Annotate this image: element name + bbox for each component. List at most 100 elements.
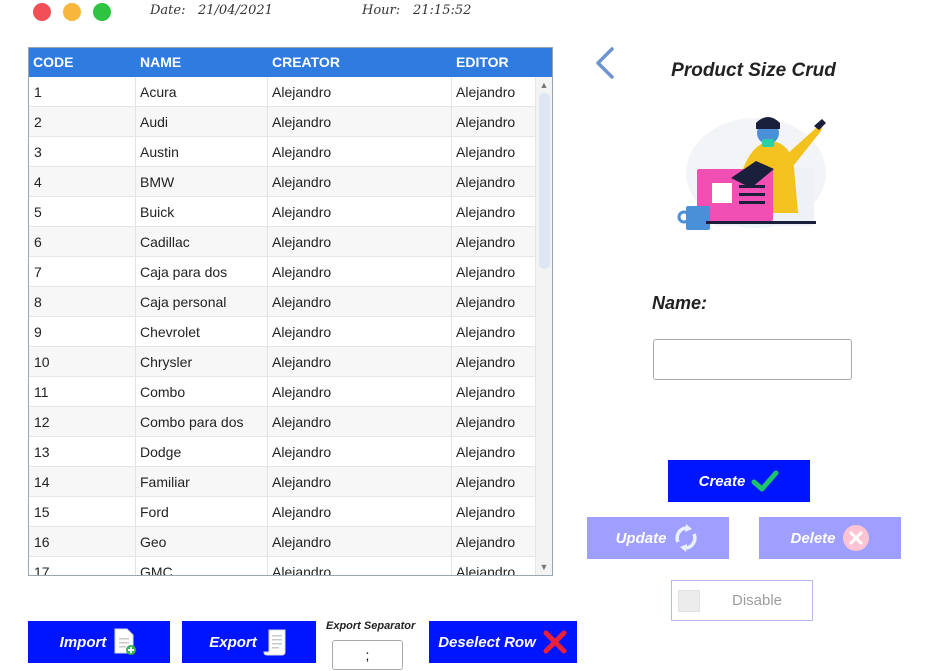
table-cell-code: 2 xyxy=(34,114,42,130)
table-row[interactable]: 8 Caja personal Alejandro Alejandro xyxy=(29,287,535,317)
table-cell-code: 7 xyxy=(34,264,42,280)
scrollbar-thumb[interactable] xyxy=(539,93,550,269)
create-button[interactable]: Create xyxy=(668,460,810,502)
column-header-creator[interactable]: CREATOR xyxy=(272,48,340,77)
table-row[interactable]: 12 Combo para dos Alejandro Alejandro xyxy=(29,407,535,437)
document-add-icon xyxy=(114,628,137,655)
table-cell-code: 9 xyxy=(34,324,42,340)
table-cell-editor: Alejandro xyxy=(456,444,516,460)
minimize-window-dot[interactable] xyxy=(63,3,81,21)
table-cell-name: Caja para dos xyxy=(140,264,228,280)
table-cell-name: Buick xyxy=(140,204,175,220)
table-cell-code: 3 xyxy=(34,144,42,160)
table-cell-code: 15 xyxy=(34,504,50,520)
table-row[interactable]: 9 Chevrolet Alejandro Alejandro xyxy=(29,317,535,347)
table-cell-code: 16 xyxy=(34,534,50,550)
table-cell-code: 13 xyxy=(34,444,50,460)
column-header-name[interactable]: NAME xyxy=(140,48,181,77)
deselect-row-button[interactable]: Deselect Row xyxy=(429,621,577,663)
table-cell-name: Acura xyxy=(140,84,177,100)
back-arrow-icon[interactable] xyxy=(592,45,622,81)
table-cell-creator: Alejandro xyxy=(272,414,332,430)
column-divider xyxy=(267,77,268,575)
disable-checkbox[interactable] xyxy=(678,589,700,612)
table-cell-editor: Alejandro xyxy=(456,204,516,220)
create-button-label: Create xyxy=(698,472,746,490)
table-cell-editor: Alejandro xyxy=(456,354,516,370)
table-cell-name: Combo para dos xyxy=(140,414,244,430)
table-header: CODE NAME CREATOR EDITOR xyxy=(29,48,552,77)
table-cell-name: Combo xyxy=(140,384,186,400)
delete-button[interactable]: Delete xyxy=(759,517,901,559)
deselect-row-button-label: Deselect Row xyxy=(438,633,536,651)
table-cell-code: 10 xyxy=(34,354,50,370)
table-row[interactable]: 17 GMC Alejandro Alejandro xyxy=(29,557,535,576)
table-cell-name: Cadillac xyxy=(140,234,190,250)
table-cell-creator: Alejandro xyxy=(272,564,332,576)
table-cell-creator: Alejandro xyxy=(272,294,332,310)
table-row[interactable]: 15 Ford Alejandro Alejandro xyxy=(29,497,535,527)
table-cell-name: Familiar xyxy=(140,474,190,490)
table-cell-editor: Alejandro xyxy=(456,324,516,340)
table-cell-editor: Alejandro xyxy=(456,144,516,160)
scroll-icon xyxy=(263,629,286,656)
close-window-dot[interactable] xyxy=(33,3,51,21)
table-row[interactable]: 14 Familiar Alejandro Alejandro xyxy=(29,467,535,497)
update-button[interactable]: Update xyxy=(587,517,729,559)
table-cell-creator: Alejandro xyxy=(272,234,332,250)
x-icon xyxy=(543,630,567,654)
column-header-editor[interactable]: EDITOR xyxy=(456,48,509,77)
table-cell-editor: Alejandro xyxy=(456,174,516,190)
table-row[interactable]: 4 BMW Alejandro Alejandro xyxy=(29,167,535,197)
data-table[interactable]: CODE NAME CREATOR EDITOR 1 Acura Alejandro… xyxy=(28,47,553,576)
date-value: 21/04/2021 xyxy=(198,3,273,18)
export-button-label: Export xyxy=(209,633,257,651)
name-input[interactable] xyxy=(653,339,852,380)
table-row[interactable]: 6 Cadillac Alejandro Alejandro xyxy=(29,227,535,257)
table-cell-name: Caja personal xyxy=(140,294,227,310)
table-cell-code: 4 xyxy=(34,174,42,190)
name-label: Name: xyxy=(652,293,708,313)
table-cell-creator: Alejandro xyxy=(272,354,332,370)
table-cell-creator: Alejandro xyxy=(272,504,332,520)
delete-button-label: Delete xyxy=(790,529,836,547)
export-separator-input[interactable] xyxy=(332,640,403,670)
table-cell-code: 12 xyxy=(34,414,50,430)
vertical-scrollbar[interactable]: ▲ ▼ xyxy=(535,77,552,575)
table-cell-name: Audi xyxy=(140,114,169,130)
close-circle-icon xyxy=(842,525,869,551)
maximize-window-dot[interactable] xyxy=(93,3,111,21)
import-button[interactable]: Import xyxy=(28,621,170,663)
table-row[interactable]: 16 Geo Alejandro Alejandro xyxy=(29,527,535,557)
scroll-up-icon[interactable]: ▲ xyxy=(536,78,552,92)
table-cell-name: BMW xyxy=(140,174,175,190)
scroll-down-icon[interactable]: ▼ xyxy=(536,560,552,574)
table-cell-code: 17 xyxy=(34,564,50,576)
table-row[interactable]: 1 Acura Alejandro Alejandro xyxy=(29,77,535,107)
table-row[interactable]: 13 Dodge Alejandro Alejandro xyxy=(29,437,535,467)
table-cell-creator: Alejandro xyxy=(272,474,332,490)
table-cell-creator: Alejandro xyxy=(272,204,332,220)
export-button[interactable]: Export xyxy=(182,621,316,663)
table-cell-editor: Alejandro xyxy=(456,114,516,130)
table-body: 1 Acura Alejandro Alejandro 2 Audi Alejandro Al… xyxy=(29,77,535,576)
table-row[interactable]: 2 Audi Alejandro Alejandro xyxy=(29,107,535,137)
app-window: Date: 21/04/2021 Hour: 21:15:52 CODE NAM… xyxy=(0,0,937,671)
column-header-code[interactable]: CODE xyxy=(33,48,73,77)
table-cell-creator: Alejandro xyxy=(272,84,332,100)
table-cell-creator: Alejandro xyxy=(272,324,332,340)
table-cell-editor: Alejandro xyxy=(456,504,516,520)
table-cell-name: Chevrolet xyxy=(140,324,200,340)
table-row[interactable]: 7 Caja para dos Alejandro Alejandro xyxy=(29,257,535,287)
table-cell-editor: Alejandro xyxy=(456,264,516,280)
table-row[interactable]: 5 Buick Alejandro Alejandro xyxy=(29,197,535,227)
export-separator-label: Export Separator xyxy=(326,620,416,632)
disable-checkbox-group[interactable]: Disable xyxy=(671,580,813,621)
table-cell-editor: Alejandro xyxy=(456,234,516,250)
table-row[interactable]: 10 Chrysler Alejandro Alejandro xyxy=(29,347,535,377)
table-row[interactable]: 3 Austin Alejandro Alejandro xyxy=(29,137,535,167)
table-cell-editor: Alejandro xyxy=(456,294,516,310)
table-row[interactable]: 11 Combo Alejandro Alejandro xyxy=(29,377,535,407)
table-cell-editor: Alejandro xyxy=(456,474,516,490)
page-title: Product Size Crud xyxy=(671,60,836,81)
